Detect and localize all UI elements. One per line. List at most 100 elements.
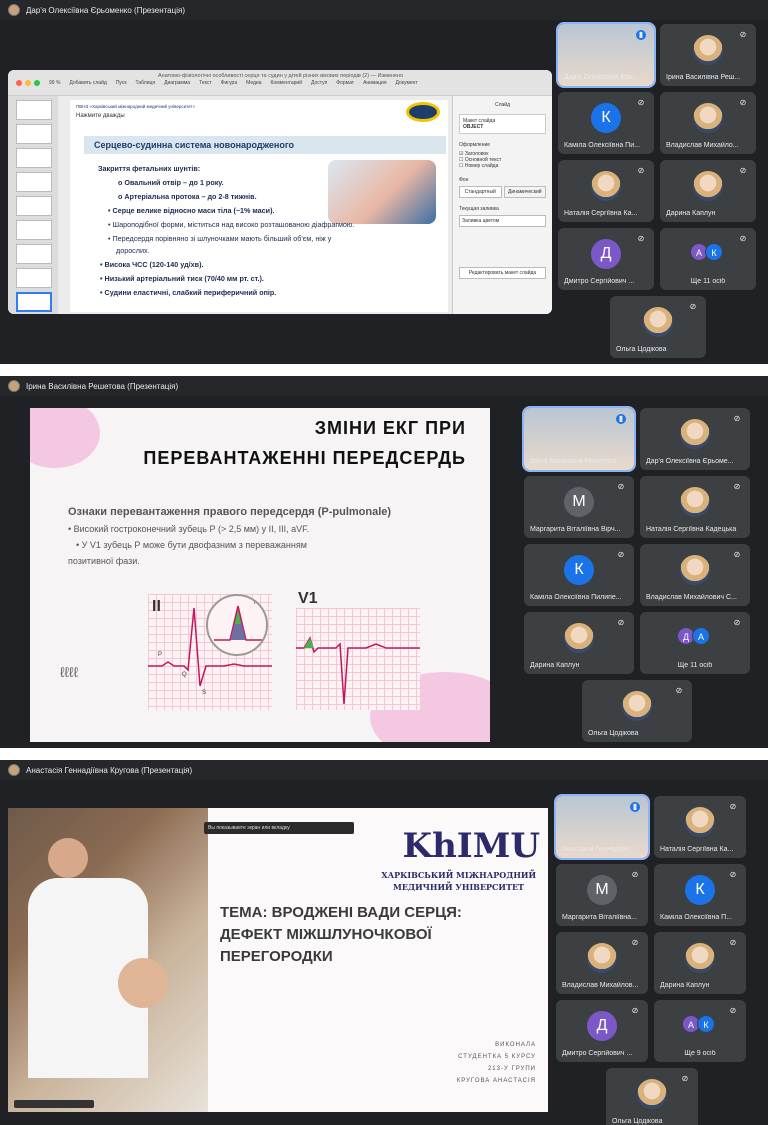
slide-thumb[interactable] <box>16 196 52 216</box>
mic-off-icon: ⊘ <box>617 482 625 491</box>
slide-line: • Низький артеріальний тиск (70/40 мм рт… <box>100 274 264 283</box>
avatar <box>564 623 594 654</box>
slide-thumb[interactable] <box>16 220 52 240</box>
slide-line: • Судини еластичні, слабкий периферичний… <box>100 288 277 297</box>
participant-tile[interactable]: ▮ Дар'я Олексіївна Єрь... <box>556 22 656 88</box>
participant-tile[interactable]: ▮ Анастасія Геннадіївн... <box>554 794 650 860</box>
tb-document[interactable]: Документ <box>396 80 418 86</box>
slide-bullet: • Високий гостроконечний зубець Р (> 2,5… <box>68 524 310 534</box>
slide-line: • Шароподібної форми, міститься над висо… <box>108 220 355 229</box>
participant-tile[interactable]: ⊘ Дар'я Олексіївна Єрьоме... <box>640 408 750 470</box>
bg-dynamic-button[interactable]: Динамический <box>503 186 546 198</box>
mic-off-icon: ⊘ <box>637 98 645 107</box>
participant-tile[interactable]: ⊘ Владислав Михайлов... <box>556 932 648 994</box>
slide-number-checkbox[interactable]: ☐ Номер слайда <box>459 163 546 169</box>
participant-tile[interactable]: ⊘ Наталія Сергіївна Ка... <box>654 796 746 858</box>
lead-v1-label: V1 <box>298 590 318 607</box>
tb-format[interactable]: Формат <box>336 80 354 86</box>
participant-tile[interactable]: ⊘ Наталія Сергіївна Ка... <box>558 160 654 222</box>
slide-heading: Серцево-судинна система новонародженого <box>84 136 446 154</box>
slide-thumb-selected[interactable] <box>16 292 52 312</box>
slide-line: • Передсердя порівняно зі шлуночками маю… <box>108 234 332 243</box>
zoom-select[interactable]: 99 % <box>49 80 60 86</box>
signature-line: ВИКОНАЛА <box>495 1042 536 1048</box>
participant-tile[interactable]: ⊘ Дарина Каплун <box>524 612 634 674</box>
avatar <box>685 943 715 974</box>
doctor-figure <box>48 838 88 878</box>
avatar: К <box>705 242 723 261</box>
participant-tile[interactable]: ⊘ Дарина Каплун <box>660 160 756 222</box>
university-name-1: ХАРКІВСЬКИЙ МІЖНАРОДНИЙ <box>381 870 536 880</box>
meet-window-1: Дар'я Олексіївна Єрьоменко (Презентація)… <box>0 0 768 364</box>
meet-window-2: Ірина Василівна Решетова (Презентація) З… <box>0 376 768 748</box>
window-controls[interactable] <box>16 79 40 86</box>
bg-label: Фон <box>459 177 469 183</box>
slide-thumb[interactable] <box>16 100 52 120</box>
participant-tile[interactable]: ⊘ Ольга Цодікова <box>582 680 692 742</box>
participant-name: Наталія Сергіївна Ка... <box>660 846 734 853</box>
tb-chart[interactable]: Диаграмма <box>164 80 190 86</box>
more-participants-tile[interactable]: А К ⊘ Ще 11 осіб <box>660 228 756 290</box>
mic-off-icon: ⊘ <box>631 1006 639 1015</box>
inspector-panel: Слайд Макет слайда OBJECT Оформление ☑ З… <box>452 96 552 314</box>
participant-tile[interactable]: К ⊘ Каміла Олексіївна П... <box>654 864 746 926</box>
edit-layout-button[interactable]: Редактировать макет слайда <box>459 267 546 279</box>
participant-tile[interactable]: М ⊘ Маргарита Віталіївна Вірч... <box>524 476 634 538</box>
participant-name: Ще 11 осіб <box>690 278 726 285</box>
slide-navigator[interactable] <box>8 96 58 314</box>
inspector-tab[interactable]: Слайд <box>459 102 546 108</box>
presenter-avatar <box>8 4 20 16</box>
slide-thumb[interactable] <box>16 244 52 264</box>
participant-tile[interactable]: М ⊘ Маргарита Віталіївна... <box>556 864 648 926</box>
slide-thumb[interactable] <box>16 148 52 168</box>
screen-share-bar[interactable]: Вы показываете экран или вкладку <box>204 822 354 834</box>
tb-text[interactable]: Текст <box>199 80 212 86</box>
fill-select[interactable]: Заливка цветом <box>459 215 546 227</box>
tb-media[interactable]: Медиа <box>246 80 261 86</box>
more-participants-tile[interactable]: А К ⊘ Ще 9 осіб <box>654 1000 746 1062</box>
tb-comment[interactable]: Комментарий <box>271 80 303 86</box>
participant-tile[interactable]: ⊘ Ольга Цодікова <box>610 296 706 358</box>
topic-line-2: ДЕФЕКТ МІЖШЛУНОЧКОВОЇ <box>220 926 432 943</box>
presenter-title: Анастасія Геннадіївна Кругова (Презентац… <box>26 765 193 775</box>
media-controls[interactable] <box>14 1100 94 1108</box>
slide-bullet: • У V1 зубець Р може бути двофазним з пе… <box>76 540 307 550</box>
layout-select[interactable]: Макет слайда OBJECT <box>459 114 546 134</box>
participant-tile[interactable]: ⊘ Наталія Сергіївна Кадецька <box>640 476 750 538</box>
q-label: Q <box>182 672 187 678</box>
participant-tile[interactable]: ⊘ Ольга Цодікова <box>606 1068 698 1125</box>
presenter-title: Дар'я Олексіївна Єрьоменко (Презентація) <box>26 5 185 15</box>
presenter-bar: Анастасія Геннадіївна Кругова (Презентац… <box>0 760 768 780</box>
avatar <box>591 171 621 202</box>
slide-canvas[interactable]: ПВНЗ «Харківський міжнародний медичний у… <box>70 100 448 312</box>
slide-thumb[interactable] <box>16 124 52 144</box>
participant-tile[interactable]: ▮ Ірина Василівна Решетова <box>522 406 636 472</box>
presenter-bar: Дар'я Олексіївна Єрьоменко (Презентація) <box>0 0 768 20</box>
topic-line-1: ТЕМА: ВРОДЖЕНІ ВАДИ СЕРЦЯ: <box>220 904 462 921</box>
more-participants-tile[interactable]: Д А ⊘ Ще 11 осіб <box>640 612 750 674</box>
participant-tile[interactable]: ⊘ Владислав Михайлович С... <box>640 544 750 606</box>
slide-thumb[interactable] <box>16 268 52 288</box>
participant-tile[interactable]: ⊘ Ірина Василівна Реш... <box>660 24 756 86</box>
tb-table[interactable]: Таблиця <box>136 80 156 86</box>
tb-add-slide[interactable]: Добавить слайд <box>69 80 106 86</box>
participant-tile[interactable]: Д ⊘ Дмитро Сергійович ... <box>556 1000 648 1062</box>
slide-canvas[interactable]: Вы показываете экран или вкладку KhIMU Х… <box>8 808 548 1112</box>
tb-share[interactable]: Доступ <box>311 80 327 86</box>
slide-thumb[interactable] <box>16 172 52 192</box>
presenter-avatar <box>8 380 20 392</box>
tb-animate[interactable]: Анимация <box>363 80 386 86</box>
bg-standard-button[interactable]: Стандартный <box>459 186 502 198</box>
participant-tile[interactable]: ⊘ Владислав Михайло... <box>660 92 756 154</box>
participant-tile[interactable]: ⊘ Дарина Каплун <box>654 932 746 994</box>
participant-tile[interactable]: Д ⊘ Дмитро Сергійович ... <box>558 228 654 290</box>
presenter-bar: Ірина Василівна Решетова (Презентація) <box>0 376 768 396</box>
slide-canvas[interactable]: ЗМІНИ ЕКГ ПРИ ПЕРЕВАНТАЖЕННІ ПЕРЕДСЕРДЬ … <box>30 408 490 742</box>
participant-name: Дарина Каплун <box>660 982 710 989</box>
participant-tile[interactable]: К ⊘ Каміла Олексіївна Пилипе... <box>524 544 634 606</box>
avatar-stack: ДА <box>677 626 710 645</box>
participant-name: Дарина Каплун <box>530 662 580 669</box>
tb-play[interactable]: Пуск <box>116 80 127 86</box>
participant-tile[interactable]: К ⊘ Каміла Олексіївна Пи... <box>558 92 654 154</box>
tb-shape[interactable]: Фигура <box>221 80 237 86</box>
